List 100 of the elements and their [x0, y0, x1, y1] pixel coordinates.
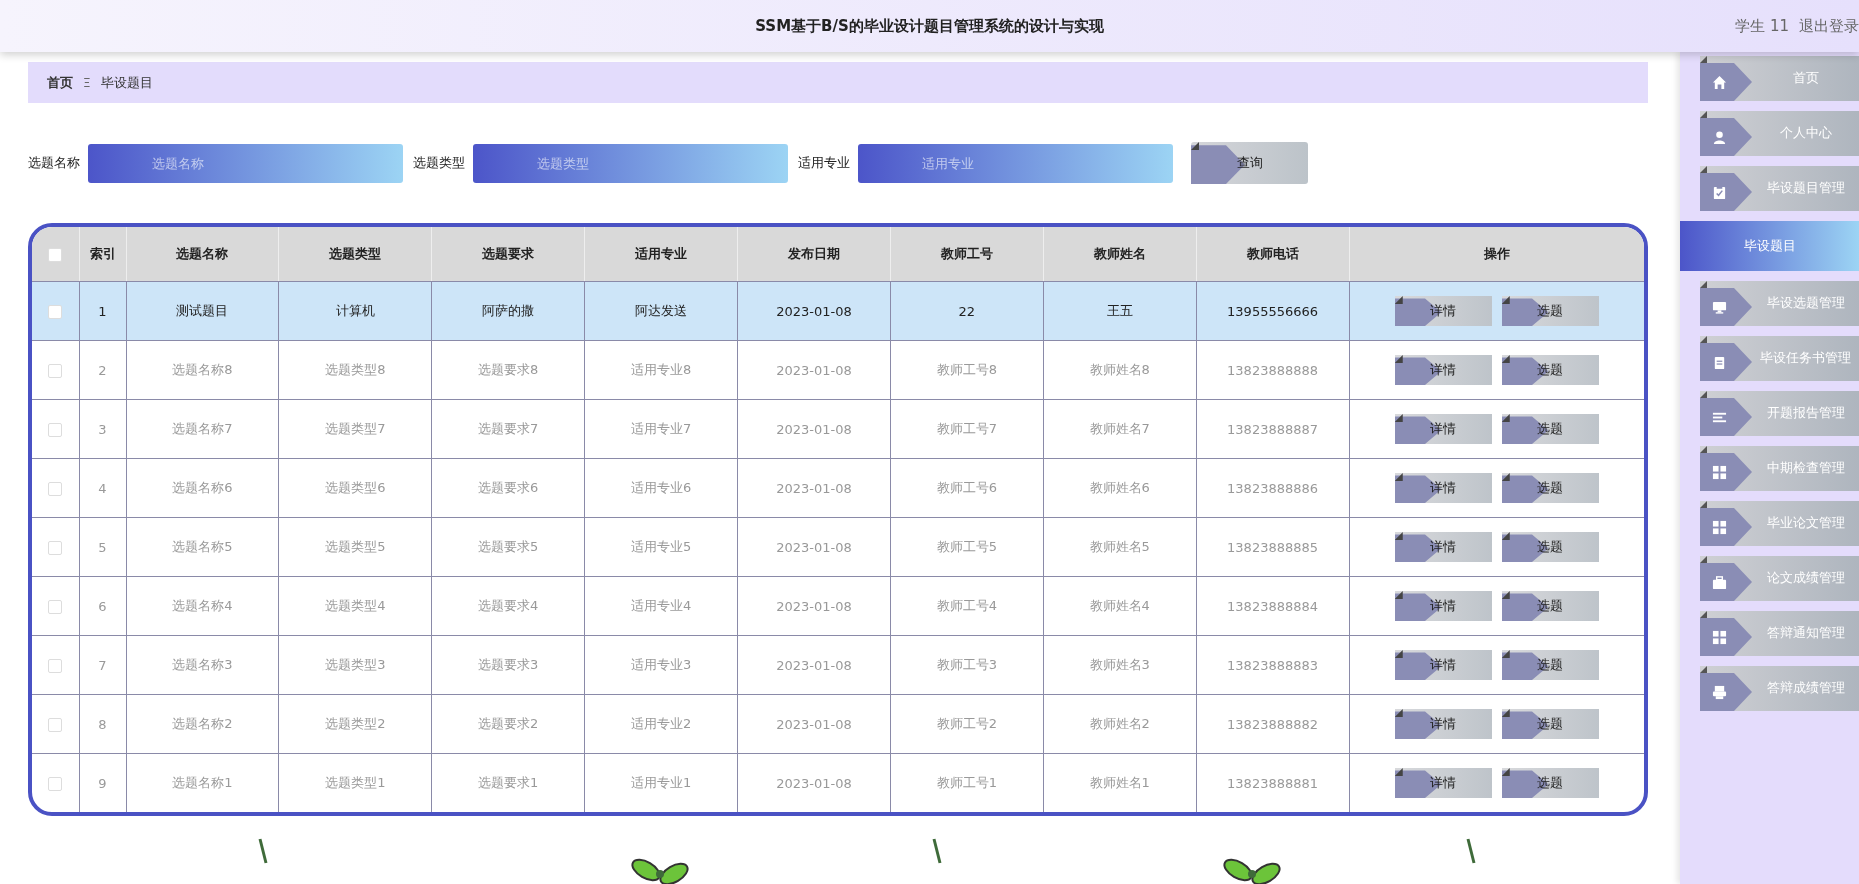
- select-button[interactable]: 选题: [1501, 768, 1599, 798]
- table-cell: 选题名称4: [172, 598, 233, 613]
- table-cell: 选题类型2: [325, 716, 386, 731]
- select-button[interactable]: 选题: [1501, 532, 1599, 562]
- table-cell: 王五: [1106, 303, 1133, 318]
- row-checkbox[interactable]: [48, 599, 63, 614]
- arrow-tab-drawing: [1700, 501, 1752, 546]
- row-checkbox[interactable]: [48, 422, 63, 437]
- table-cell: 13823888884: [1227, 598, 1319, 614]
- table-cell: 教师工号1: [936, 775, 997, 790]
- table-cell: 选题要求3: [478, 657, 539, 672]
- arrow-tab-drawing: [1700, 611, 1752, 656]
- select-button[interactable]: 选题: [1501, 473, 1599, 503]
- table-cell: 8: [98, 716, 107, 732]
- details-button[interactable]: 详情: [1394, 650, 1492, 680]
- grid-icon: [1712, 520, 1727, 535]
- table-cell: 教师姓名7: [1089, 421, 1150, 436]
- table-cell: 教师工号4: [936, 598, 997, 613]
- details-button[interactable]: 详情: [1394, 532, 1492, 562]
- select-button[interactable]: 选题: [1501, 414, 1599, 444]
- table-cell: 选题类型8: [325, 362, 386, 377]
- field-label: 选题类型: [413, 154, 465, 172]
- row-checkbox[interactable]: [48, 304, 63, 319]
- breadcrumb-item[interactable]: 首页: [47, 73, 73, 92]
- table-cell: 6: [98, 598, 107, 614]
- details-button[interactable]: 详情: [1394, 296, 1492, 326]
- table-cell: 计算机: [335, 303, 375, 318]
- row-checkbox[interactable]: [48, 717, 63, 732]
- app-title: SSM基于B/S的毕业设计题目管理系统的设计与实现: [755, 16, 1104, 36]
- row-checkbox[interactable]: [48, 776, 63, 791]
- table-cell: 测试题目: [176, 303, 229, 318]
- column-header: 教师姓名: [1093, 246, 1146, 261]
- table-cell: 教师工号6: [936, 480, 997, 495]
- search-field[interactable]: 选题名称: [88, 143, 403, 183]
- table-cell: 教师工号5: [936, 539, 997, 554]
- table-cell: 选题名称2: [172, 716, 233, 731]
- table-cell: 选题要求2: [478, 716, 539, 731]
- table-cell: 选题要求6: [478, 480, 539, 495]
- home-icon: [1712, 75, 1727, 90]
- table-cell: 2023-01-08: [776, 716, 852, 732]
- row-checkbox[interactable]: [48, 363, 63, 378]
- table-cell: 教师工号3: [936, 657, 997, 672]
- table-cell: 9: [98, 775, 107, 791]
- search-field[interactable]: 选题类型: [473, 143, 788, 183]
- table-cell: 选题名称8: [172, 362, 233, 377]
- details-button[interactable]: 详情: [1394, 414, 1492, 444]
- search-field[interactable]: 适用专业: [858, 143, 1173, 183]
- table-cell: 适用专业7: [630, 421, 692, 436]
- row-checkbox[interactable]: [48, 658, 63, 673]
- user-name: 学生 11: [1735, 16, 1789, 36]
- table-cell: 适用专业8: [630, 362, 692, 377]
- table-cell: 2023-01-08: [776, 421, 852, 437]
- printer-icon: [1712, 685, 1727, 700]
- table-cell: 教师姓名2: [1089, 716, 1150, 731]
- column-header: 教师电话: [1246, 246, 1299, 261]
- table-cell: 教师工号7: [936, 421, 997, 436]
- table-cell: 阿萨的撒: [482, 303, 535, 318]
- table-cell: 选题类型5: [325, 539, 386, 554]
- table-cell: 选题类型7: [325, 421, 386, 436]
- select-button[interactable]: 选题: [1501, 591, 1599, 621]
- select-button[interactable]: 选题: [1501, 650, 1599, 680]
- table-cell: 选题类型4: [325, 598, 386, 613]
- arrow-tab-drawing: [1700, 56, 1752, 101]
- search-button[interactable]: 查询: [1191, 142, 1308, 184]
- table-cell: 2023-01-08: [776, 303, 852, 319]
- table-cell: 教师工号2: [936, 716, 997, 731]
- stem-drawing: [1466, 838, 1476, 864]
- table-cell: 适用专业4: [630, 598, 692, 613]
- logout-link[interactable]: 退出登录: [1799, 16, 1859, 36]
- select-all-checkbox[interactable]: [48, 247, 63, 262]
- select-button[interactable]: 选题: [1501, 355, 1599, 385]
- row-checkbox[interactable]: [48, 540, 63, 555]
- table-cell: 选题名称7: [172, 421, 233, 436]
- arrow-tab-drawing: [1700, 281, 1752, 326]
- table-cell: 选题要求5: [478, 539, 539, 554]
- table-cell: 选题要求4: [478, 598, 539, 613]
- select-button[interactable]: 选题: [1501, 296, 1599, 326]
- details-button[interactable]: 详情: [1394, 709, 1492, 739]
- table-cell: 22: [958, 303, 976, 319]
- table-cell: 教师姓名6: [1089, 480, 1150, 495]
- table-cell: 教师姓名4: [1089, 598, 1150, 613]
- table-cell: 选题要求1: [478, 775, 539, 790]
- table-cell: 适用专业6: [630, 480, 692, 495]
- column-header: 发布日期: [787, 246, 840, 261]
- details-button[interactable]: 详情: [1394, 591, 1492, 621]
- table-cell: 1: [98, 303, 107, 319]
- row-checkbox[interactable]: [48, 481, 63, 496]
- table-cell: 13823888881: [1227, 775, 1319, 791]
- column-header: 适用专业: [635, 246, 688, 261]
- table-cell: 3: [98, 421, 107, 437]
- table-cell: 教师工号8: [936, 362, 997, 377]
- table-cell: 4: [98, 480, 107, 496]
- table-cell: 7: [98, 657, 107, 673]
- table-cell: 13823888883: [1227, 657, 1319, 673]
- column-header: 选题类型: [329, 246, 382, 261]
- table-cell: 13823888886: [1227, 480, 1319, 496]
- details-button[interactable]: 详情: [1394, 355, 1492, 385]
- details-button[interactable]: 详情: [1394, 473, 1492, 503]
- details-button[interactable]: 详情: [1394, 768, 1492, 798]
- select-button[interactable]: 选题: [1501, 709, 1599, 739]
